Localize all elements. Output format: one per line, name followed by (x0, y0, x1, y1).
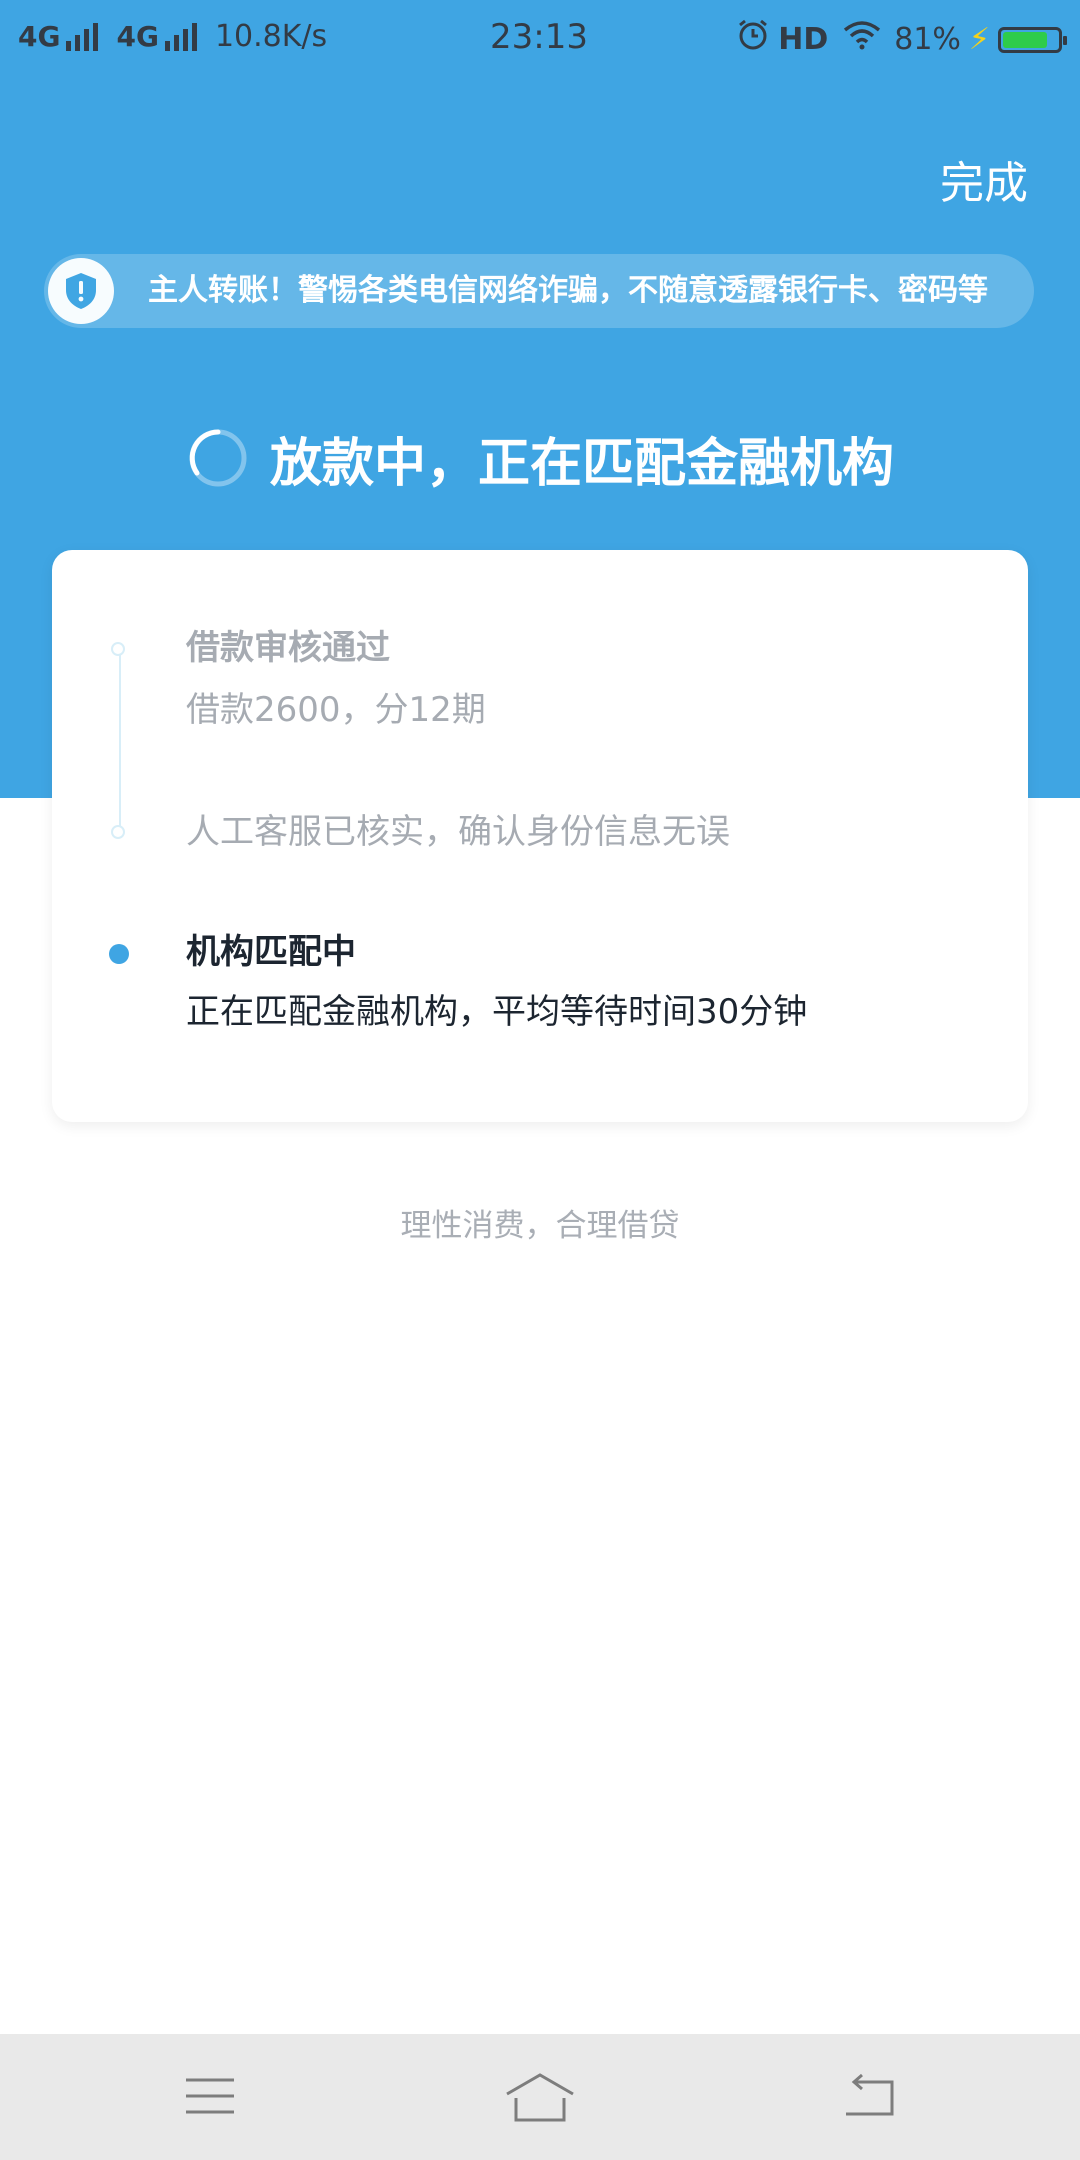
timeline-line (119, 654, 121, 834)
signal-icon (66, 23, 102, 51)
loading-spinner-icon (189, 429, 247, 487)
back-icon (846, 2073, 894, 2116)
back-button[interactable] (842, 2072, 898, 2124)
shield-icon (48, 258, 114, 324)
home-button[interactable] (504, 2072, 576, 2128)
home-icon (506, 2073, 574, 2122)
battery-level (1003, 32, 1047, 48)
security-notice-bar[interactable]: 主人转账！警惕各类电信网络诈骗，不随意透露银行卡、密码等 (44, 254, 1034, 328)
progress-card: 借款审核通过 借款2600，分12期 人工客服已核实，确认身份信息无误 机构匹配… (52, 550, 1028, 1122)
timeline-dot-active (109, 944, 129, 964)
done-button[interactable]: 完成 (940, 156, 1028, 212)
footer-note: 理性消费，合理借贷 (400, 1208, 680, 1244)
charging-icon: ⚡ (968, 22, 990, 57)
system-nav-bar (0, 2034, 1080, 2160)
page-title: 放款中，正在匹配金融机构 (269, 433, 894, 494)
network-type-1: 4G (18, 20, 61, 53)
battery-icon (998, 27, 1067, 53)
network-type-2: 4G (116, 20, 159, 53)
status-right: HD 81% ⚡ (736, 18, 1067, 62)
menu-button[interactable] (184, 2072, 236, 2124)
step-1-desc: 借款2600，分12期 (186, 690, 486, 730)
alarm-icon (736, 18, 770, 62)
menu-icon (186, 2078, 234, 2114)
signal-icon (164, 23, 201, 51)
timeline-dot-done (111, 825, 125, 839)
status-bar: 4G 4G 10.8K/s 23:13 HD 81% ⚡ (0, 0, 1080, 74)
clock: 23:13 (490, 17, 588, 57)
step-1-title: 借款审核通过 (186, 628, 390, 668)
step-3-title: 机构匹配中 (186, 932, 356, 972)
status-title: 放款中，正在匹配金融机构 (0, 418, 1080, 498)
timeline-dot-done (111, 642, 125, 656)
step-3-desc: 正在匹配金融机构，平均等待时间30分钟 (186, 992, 808, 1032)
hd-indicator: HD (778, 22, 829, 57)
wifi-icon (842, 20, 882, 60)
step-2-title: 人工客服已核实，确认身份信息无误 (186, 812, 730, 852)
battery-percent: 81% (894, 22, 961, 57)
status-left: 4G 4G 10.8K/s (18, 18, 327, 56)
notice-text: 主人转账！警惕各类电信网络诈骗，不随意透露银行卡、密码等 (148, 273, 988, 308)
network-speed: 10.8K/s (214, 19, 328, 54)
